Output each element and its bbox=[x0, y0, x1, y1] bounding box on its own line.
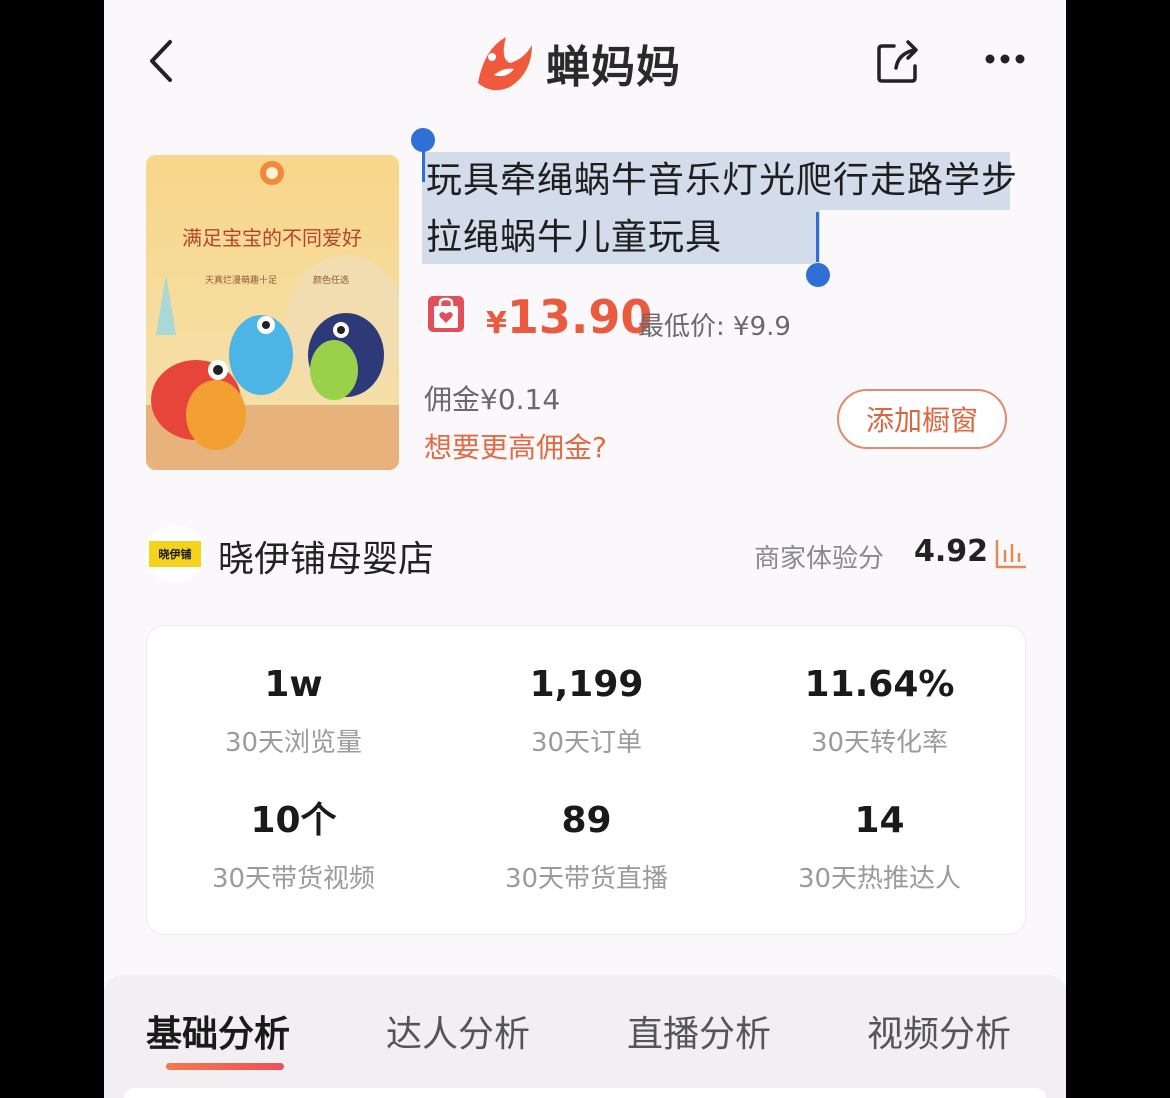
price-value: 13.90 bbox=[506, 290, 653, 344]
product-photo: 满足宝宝的不同爱好 天真烂漫萌趣十足 颜色任选 bbox=[146, 155, 399, 470]
active-tab-indicator bbox=[166, 1063, 284, 1070]
tab-influencer-analysis[interactable]: 达人分析 bbox=[386, 1005, 530, 1057]
lowest-price: 最低价: ¥9.9 bbox=[638, 312, 791, 342]
product-image[interactable]: 满足宝宝的不同爱好 天真烂漫萌趣十足 颜色任选 bbox=[146, 155, 399, 470]
shop-name[interactable]: 晓伊铺母婴店 bbox=[218, 530, 434, 582]
product-price: ¥13.90 bbox=[486, 290, 652, 344]
stat-label: 30天订单 bbox=[530, 728, 643, 758]
stat-live-streams: 89 30天带货直播 bbox=[440, 796, 733, 895]
brand-mark-icon bbox=[478, 37, 532, 91]
shop-avatar[interactable]: 晓伊铺 bbox=[146, 525, 204, 583]
brand-logo: 蝉妈妈 bbox=[470, 28, 681, 98]
app-screen: 蝉妈妈 满足宝宝的不同爱好 天真烂漫萌趣十足 颜色任选 玩具牵绳蜗牛音乐灯光爬行… bbox=[104, 0, 1066, 1098]
brand-name: 蝉妈妈 bbox=[546, 42, 681, 93]
more-options-icon[interactable] bbox=[980, 44, 1030, 74]
commission-text: 佣金¥0.14 bbox=[424, 383, 561, 416]
stat-value: 11.64% bbox=[804, 664, 955, 705]
shopping-bag-icon bbox=[428, 296, 464, 332]
merchant-score-value: 4.92 bbox=[914, 534, 989, 569]
stats-card: 1w 30天浏览量 1,199 30天订单 11.64% 30天转化率 10个 … bbox=[146, 625, 1026, 935]
image-headline: 满足宝宝的不同爱好 bbox=[182, 226, 362, 250]
product-title[interactable]: 玩具牵绳蜗牛音乐灯光爬行走路学步拉绳蜗牛儿童玩具 bbox=[426, 152, 1026, 266]
stat-label: 30天热推达人 bbox=[797, 864, 962, 894]
selection-caret bbox=[816, 212, 819, 262]
add-to-showcase-button[interactable]: 添加橱窗 bbox=[837, 389, 1007, 449]
selection-caret bbox=[422, 148, 425, 182]
stat-value: 89 bbox=[561, 800, 612, 841]
stat-label: 30天浏览量 bbox=[224, 728, 363, 758]
image-sub-left: 天真烂漫萌趣十足 bbox=[205, 274, 277, 286]
back-arrow-icon[interactable] bbox=[140, 36, 184, 86]
stat-orders: 1,199 30天订单 bbox=[440, 660, 733, 759]
stat-label: 30天带货视频 bbox=[211, 864, 376, 894]
bar-chart-icon[interactable] bbox=[994, 536, 1028, 570]
stat-videos: 10个 30天带货视频 bbox=[147, 796, 440, 895]
stat-label: 30天转化率 bbox=[810, 728, 949, 758]
merchant-score-label: 商家体验分 bbox=[754, 544, 885, 574]
price-currency: ¥ bbox=[486, 306, 507, 341]
tab-basic-analysis[interactable]: 基础分析 bbox=[146, 1005, 290, 1057]
analysis-tabs: 基础分析 达人分析 直播分析 视频分析 bbox=[104, 975, 1066, 1098]
selection-start-handle[interactable] bbox=[411, 128, 435, 152]
stat-conversion-rate: 11.64% 30天转化率 bbox=[733, 660, 1026, 759]
stat-value: 14 bbox=[854, 800, 905, 841]
content-panel-edge bbox=[124, 1088, 1046, 1098]
stat-value: 1w bbox=[264, 664, 323, 705]
selection-end-handle[interactable] bbox=[806, 263, 830, 287]
stat-influencers: 14 30天热推达人 bbox=[733, 796, 1026, 895]
share-icon[interactable] bbox=[874, 36, 924, 86]
tab-video-analysis[interactable]: 视频分析 bbox=[867, 1005, 1011, 1057]
header-bar: 蝉妈妈 bbox=[104, 0, 1066, 120]
tab-live-analysis[interactable]: 直播分析 bbox=[627, 1005, 771, 1057]
stat-views: 1w 30天浏览量 bbox=[147, 660, 440, 759]
higher-commission-link[interactable]: 想要更高佣金? bbox=[424, 426, 607, 466]
stat-value: 1,199 bbox=[529, 664, 644, 705]
shop-logo-text: 晓伊铺 bbox=[149, 541, 201, 567]
stat-value: 10个 bbox=[250, 800, 337, 841]
stat-label: 30天带货直播 bbox=[504, 864, 669, 894]
image-sub-right: 颜色任选 bbox=[313, 274, 349, 286]
